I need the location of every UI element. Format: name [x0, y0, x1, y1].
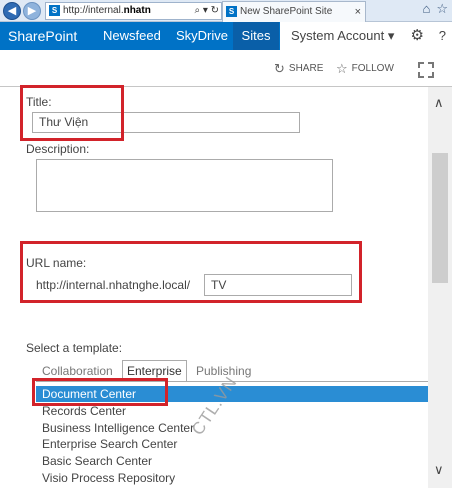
back-arrow-icon[interactable]: ◀	[3, 2, 21, 20]
nav-sites[interactable]: Sites	[233, 22, 279, 50]
account-area: System Account ▾ ⚙ ?	[280, 22, 452, 50]
vertical-scrollbar[interactable]: ∧ ∨	[428, 87, 452, 488]
follow-label: FOLLOW	[351, 63, 394, 74]
focus-content-icon[interactable]	[418, 62, 434, 78]
nav-newsfeed[interactable]: Newsfeed	[103, 22, 161, 50]
scroll-thumb[interactable]	[432, 153, 448, 283]
address-text: http://internal.nhatn	[63, 5, 151, 16]
close-tab-icon[interactable]: ×	[355, 2, 361, 22]
share-label: SHARE	[288, 63, 324, 74]
template-basic-search-center[interactable]: Basic Search Center	[36, 453, 428, 469]
description-textarea[interactable]	[36, 159, 333, 212]
home-icon[interactable]: ⌂	[422, 1, 430, 16]
action-row: ↻ SHARE ☆ FOLLOW	[0, 51, 452, 87]
share-button[interactable]: ↻ SHARE	[274, 61, 323, 77]
address-controls-icon[interactable]: ⌕ ▾ ↻	[194, 3, 219, 19]
share-icon: ↻	[274, 61, 285, 76]
template-business-intelligence-center[interactable]: Business Intelligence Center	[36, 420, 428, 436]
address-bar[interactable]: Shttp://internal.nhatn ⌕ ▾ ↻	[45, 2, 222, 20]
browser-tab-new-sharepoint-site[interactable]: S New SharePoint Site ×	[222, 1, 366, 22]
browser-right-controls: ⌂ ☆	[416, 1, 448, 17]
document-center-highlight-box	[32, 378, 168, 406]
sharepoint-brand[interactable]: SharePoint	[8, 22, 77, 50]
scroll-down-icon[interactable]: ∨	[434, 462, 444, 478]
template-enterprise-search-center[interactable]: Enterprise Search Center	[36, 436, 428, 452]
title-highlight-box	[20, 85, 124, 141]
sharepoint-favicon-icon: S	[226, 6, 237, 17]
help-icon[interactable]: ?	[439, 22, 446, 50]
follow-star-icon: ☆	[336, 61, 348, 76]
tab-title: New SharePoint Site	[240, 6, 333, 17]
description-label: Description:	[26, 142, 90, 156]
gear-icon[interactable]: ⚙	[411, 22, 424, 50]
sharepoint-favicon-icon: S	[49, 5, 60, 16]
forward-arrow-icon[interactable]: ▶	[23, 2, 41, 20]
favorites-star-icon[interactable]: ☆	[436, 1, 448, 16]
account-menu[interactable]: System Account ▾	[291, 22, 394, 50]
url-highlight-box	[20, 241, 362, 303]
template-label: Select a template:	[26, 341, 123, 355]
browser-toolbar: ◀ ▶ Shttp://internal.nhatn ⌕ ▾ ↻ S New Sh…	[0, 0, 452, 22]
follow-button[interactable]: ☆ FOLLOW	[336, 61, 394, 77]
scroll-up-icon[interactable]: ∧	[434, 95, 444, 111]
template-visio-process-repository[interactable]: Visio Process Repository	[36, 470, 428, 486]
nav-skydrive[interactable]: SkyDrive	[176, 22, 228, 50]
